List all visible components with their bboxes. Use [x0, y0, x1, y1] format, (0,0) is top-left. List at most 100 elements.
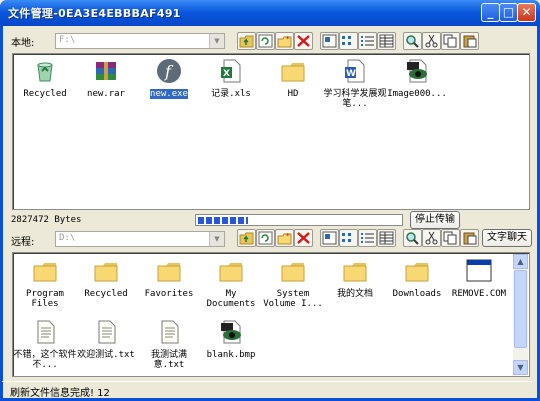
file-name: 我测试满意.txt — [150, 350, 187, 370]
excel-file-icon: X — [217, 57, 245, 85]
file-item[interactable]: f new.exe — [137, 57, 201, 100]
folder-icon — [155, 257, 183, 285]
file-item[interactable]: HD — [261, 57, 325, 99]
local-up-folder-button[interactable] — [237, 32, 256, 50]
folder-icon — [341, 257, 369, 285]
remote-path-select[interactable]: D:\ ▼ — [55, 231, 225, 247]
file-name: 不错，这个软件不... — [13, 350, 77, 370]
remote-cut-button[interactable] — [422, 229, 441, 247]
local-search-button[interactable] — [403, 32, 422, 50]
local-larges-view-icon-button[interactable] — [320, 32, 339, 50]
local-path-select[interactable]: F:\ ▼ — [55, 33, 225, 49]
local-delete-button[interactable] — [294, 32, 313, 50]
file-item[interactable]: Recycled — [74, 257, 138, 299]
file-item[interactable]: 我测试满意.txt — [137, 318, 201, 370]
transfer-bytes: 2827472 Bytes — [11, 215, 82, 225]
file-item[interactable]: Downloads — [385, 257, 449, 299]
file-name: new.rar — [87, 89, 125, 99]
text-file-icon — [92, 318, 120, 346]
folder-icon — [31, 257, 59, 285]
title-bar[interactable]: 文件管理-0EA3E4EBBBAF491 _ □ ✕ — [0, 0, 540, 26]
chevron-down-icon[interactable]: ▼ — [209, 34, 224, 48]
local-copy-button[interactable] — [441, 32, 460, 50]
local-label: 本地: — [11, 38, 35, 49]
file-name: Recycled — [84, 289, 128, 299]
file-item[interactable]: new.rar — [74, 57, 138, 99]
file-item[interactable]: W 学习科学发展观笔... — [323, 57, 387, 109]
status-bar: 刷新文件信息完成! 12 — [2, 381, 532, 399]
remote-details-view-button[interactable] — [377, 229, 396, 247]
maximize-button[interactable]: □ — [499, 3, 518, 22]
text-file-icon — [31, 318, 59, 346]
file-item[interactable]: 我的文档 — [323, 257, 387, 299]
remote-copy-button[interactable] — [441, 229, 460, 247]
text-chat-button[interactable]: 文字聊天 — [482, 229, 532, 247]
file-item[interactable]: My Documents — [199, 257, 263, 309]
svg-text:*: * — [286, 232, 290, 240]
word-file-icon: W — [341, 57, 369, 85]
local-details-view-button[interactable] — [377, 32, 396, 50]
local-paste-button[interactable] — [460, 32, 479, 50]
file-name: 记录.xls — [211, 89, 251, 99]
file-item[interactable]: Image000... — [385, 57, 449, 99]
remote-larges-view-icon-button[interactable] — [320, 229, 339, 247]
local-smalls-view-icon-button[interactable] — [339, 32, 358, 50]
text-file-icon — [155, 318, 183, 346]
remote-file-panel[interactable]: ▲ ▼ Program Files Recycled Favorites My Doc… — [12, 252, 530, 377]
remote-list-view-button[interactable] — [358, 229, 377, 247]
vertical-scrollbar[interactable]: ▲ ▼ — [513, 254, 528, 375]
file-name: Program Files — [26, 289, 64, 309]
file-name: Downloads — [392, 289, 442, 299]
remote-search-button[interactable] — [403, 229, 422, 247]
recycle-bin-icon — [31, 57, 59, 85]
file-item[interactable]: REMOVE.COM — [447, 257, 511, 299]
rar-archive-icon — [92, 57, 120, 85]
local-file-panel[interactable]: Recycled new.rar f new.exe X 记录.xls HD W 学习科学发展观… — [12, 53, 530, 210]
local-path-value: F:\ — [59, 35, 76, 45]
remote-paste-button[interactable] — [460, 229, 479, 247]
file-item[interactable]: 不错，这个软件不... — [13, 318, 77, 370]
folder-icon — [92, 257, 120, 285]
chevron-down-icon[interactable]: ▼ — [209, 232, 224, 246]
image-file-icon — [217, 318, 245, 346]
remote-smalls-view-icon-button[interactable] — [339, 229, 358, 247]
scroll-up-icon[interactable]: ▲ — [513, 254, 528, 269]
local-list-view-button[interactable] — [358, 32, 377, 50]
folder-icon — [279, 257, 307, 285]
remote-new-folder-button[interactable]: * — [275, 229, 294, 247]
remote-delete-button[interactable] — [294, 229, 313, 247]
file-name: 我的文档 — [336, 289, 373, 299]
file-item[interactable]: Recycled — [13, 57, 77, 99]
flash-exe-icon: f — [155, 57, 183, 85]
stop-transfer-button[interactable]: 停止传输 — [410, 211, 460, 229]
file-name: System Volume I... — [263, 289, 323, 309]
close-button[interactable]: ✕ — [517, 3, 536, 22]
scroll-thumb[interactable] — [514, 270, 527, 348]
remote-up-folder-button[interactable] — [237, 229, 256, 247]
file-name: Image000... — [387, 89, 447, 99]
file-item[interactable]: System Volume I... — [261, 257, 325, 309]
status-text: 刷新文件信息完成! 12 — [10, 388, 110, 399]
scroll-down-icon[interactable]: ▼ — [513, 360, 528, 375]
local-cut-button[interactable] — [422, 32, 441, 50]
local-new-folder-button[interactable]: * — [275, 32, 294, 50]
file-item[interactable]: Favorites — [137, 257, 201, 299]
file-name: 欢迎测试.txt — [77, 350, 135, 360]
svg-text:W: W — [346, 69, 356, 79]
minimize-button[interactable]: _ — [481, 3, 500, 22]
file-name: HD — [287, 89, 299, 99]
window-icon — [465, 257, 493, 285]
file-item[interactable]: Program Files — [13, 257, 77, 309]
svg-text:*: * — [286, 35, 290, 43]
file-name: new.exe — [149, 88, 189, 100]
remote-refresh-button[interactable] — [256, 229, 275, 247]
local-refresh-button[interactable] — [256, 32, 275, 50]
file-item[interactable]: X 记录.xls — [199, 57, 263, 99]
file-name: Recycled — [23, 89, 67, 99]
window-title: 文件管理-0EA3E4EBBBAF491 — [8, 7, 181, 20]
file-name: REMOVE.COM — [451, 289, 507, 299]
file-item[interactable]: blank.bmp — [199, 318, 263, 360]
file-item[interactable]: 欢迎测试.txt — [74, 318, 138, 360]
folder-icon — [403, 257, 431, 285]
file-name: blank.bmp — [206, 350, 256, 360]
